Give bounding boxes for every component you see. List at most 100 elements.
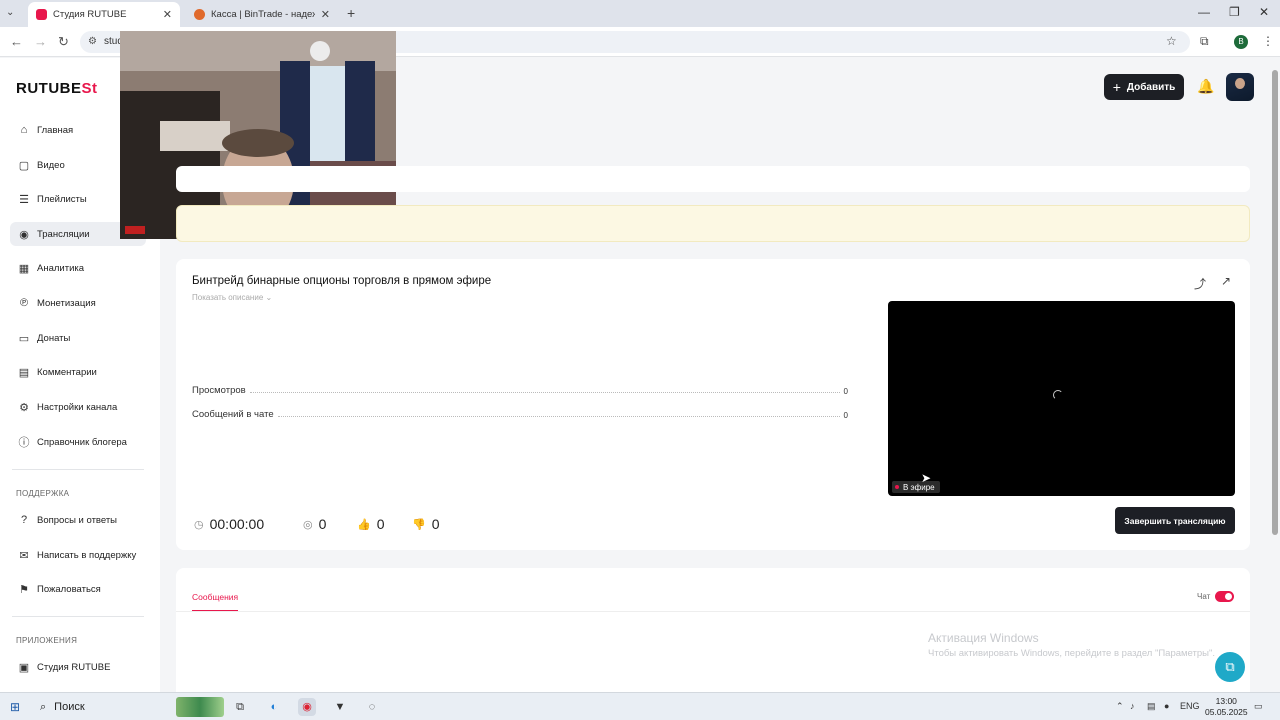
end-broadcast-button[interactable]: Завершить трансляцию [1115,507,1235,534]
sidebar-item-label: Трансляции [37,228,90,240]
taskbar-clock[interactable]: 13:00 05.05.2025 [1205,696,1248,718]
sidebar-item-channel-settings[interactable]: ⚙ Настройки канала [10,395,146,419]
dotted-leader [277,416,840,417]
sidebar-item-blogger-guide[interactable]: ⓘ Справочник блогера [10,430,146,454]
app-shield-icon[interactable]: ▼ [331,698,349,716]
share-icon[interactable]: ⤴ [1194,275,1206,292]
bookmark-star-icon[interactable]: ☆ [1166,34,1177,48]
show-description-link[interactable]: Показать описание ⌄ [192,293,272,302]
tray-network-icon[interactable]: ▤ [1147,701,1156,712]
taskbar-search[interactable]: ⌕ Поиск [30,693,174,720]
close-tab-icon[interactable]: ✕ [157,8,172,21]
sidebar-item-label: Пожаловаться [37,583,101,595]
minimize-icon[interactable]: — [1198,5,1210,19]
user-avatar[interactable] [1226,73,1254,101]
close-tab-icon[interactable]: ✕ [315,8,330,21]
clock-date: 05.05.2025 [1205,707,1248,717]
stat-value: 0 [843,411,848,420]
duration-value: 00:00:00 [209,516,265,532]
back-icon[interactable]: ← [10,34,23,49]
sidebar-item-studio-app[interactable]: ▣ Студия RUTUBE [10,655,146,679]
support-chat-button[interactable]: ⧉ [1215,652,1245,682]
stream-card: Бинтрейд бинарные опционы торговля в пря… [176,259,1250,550]
chat-toggle-label: Чат [1197,592,1211,601]
thumbs-up-icon: 👍 [357,518,371,531]
stat-value: 0 [843,387,848,396]
sidebar-divider [12,616,144,617]
rutube-studio-logo[interactable]: RUTUBESt [16,80,98,97]
edge-browser-icon[interactable]: ◐ [265,698,283,716]
thumbs-down-icon: 👎 [412,518,426,531]
sidebar-item-faq[interactable]: ? Вопросы и ответы [10,508,146,532]
browser-tabbar: ⌄ Студия RUTUBE ✕ Касса | BinTrade - над… [0,0,1280,27]
monetization-icon: ℗ [19,297,29,309]
windows-start-icon[interactable]: ⊞ [10,700,20,714]
reload-icon[interactable]: ↻ [58,34,69,50]
sidebar-item-label: Донаты [37,332,71,344]
sidebar-item-label: Вопросы и ответы [37,514,118,526]
chat-bubble-icon: ⧉ [1225,659,1235,674]
support-section-title: ПОДДЕРЖКА [16,489,70,498]
search-icon: ⌕ [40,700,47,713]
scrollbar-thumb[interactable] [1272,70,1278,535]
sidebar-item-monetization[interactable]: ℗ Монетизация [10,291,146,315]
loading-spinner-icon [1053,390,1063,400]
tray-chevron-icon[interactable]: ⌃ [1116,701,1124,712]
chrome-browser-icon[interactable]: ◉ [298,698,316,716]
logo-text: RUTUBE [16,80,82,97]
sidebar-item-label: Справочник блогера [37,436,127,448]
forward-icon[interactable]: → [34,34,47,49]
video-player[interactable]: В эфире ➤ [888,301,1235,496]
duration-metric: ◷ 00:00:00 [194,516,264,532]
likes-metric: 👍 0 [357,516,385,532]
sidebar-item-contact-support[interactable]: ✉ Написать в поддержку [10,543,146,567]
viewers-metric: ◎ 0 [303,516,326,532]
close-window-icon[interactable]: ✕ [1259,5,1269,19]
stat-label: Сообщений в чате [192,409,274,420]
tab-rutube-studio[interactable]: Студия RUTUBE ✕ [28,2,180,27]
comments-icon: ▤ [18,366,30,379]
home-icon: ⌂ [20,124,28,136]
tab-search-icon[interactable]: ⌄ [6,7,14,18]
sidebar-item-label: Аналитика [37,262,85,274]
sidebar-item-comments[interactable]: ▤ Комментарии [10,360,146,384]
task-view-icon[interactable]: ⧉ [231,698,249,716]
notifications-bell-icon[interactable]: 🔔 [1197,78,1214,95]
sidebar-item-label: Главная [37,124,74,136]
site-info-icon[interactable]: ⚙ [88,36,97,47]
chat-toggle[interactable] [1215,591,1234,602]
sidebar-item-label: Видео [37,159,65,171]
faq-icon: ? [20,514,28,526]
live-dot-icon [895,485,899,489]
dislikes-metric: 👎 0 [412,516,440,532]
sidebar-item-label: Написать в поддержку [37,549,137,561]
donate-icon: ▭ [18,332,30,345]
add-button[interactable]: + Добавить [1104,74,1184,100]
profile-avatar-icon[interactable]: B [1234,35,1248,49]
restore-icon[interactable]: ❐ [1229,5,1240,19]
analytics-icon: ▦ [18,262,30,275]
logo-accent: St [81,80,98,97]
notification-center-icon[interactable]: ▭ [1254,701,1263,712]
sidebar-item-analytics[interactable]: ▦ Аналитика [10,256,146,280]
playlist-icon: ☰ [19,193,29,206]
windows-taskbar: ⊞ ⌕ Поиск ⧉ ◐ ◉ ▼ ◌ ⌃ ♪ ▤ ● ENG 13:00 05… [0,692,1280,720]
add-button-label: Добавить [1126,81,1176,93]
search-highlight-image [176,697,224,717]
extensions-icon[interactable]: ⧉ [1200,34,1209,49]
keyboard-language[interactable]: ENG [1180,701,1200,711]
windows-activation-subtitle: Чтобы активировать Windows, перейдите в … [928,648,1215,659]
sidebar-item-label: Комментарии [37,366,97,378]
tray-mic-icon[interactable]: ● [1164,701,1169,711]
sidebar-item-donations[interactable]: ▭ Донаты [10,326,146,350]
tab-bintrade[interactable]: Касса | BinTrade - надежная пл ✕ [186,2,338,27]
new-tab-button[interactable]: + [347,5,355,21]
app-obs-icon[interactable]: ◌ [363,698,381,716]
browser-menu-icon[interactable]: ⋮ [1262,34,1274,48]
tray-volume-icon[interactable]: ♪ [1130,701,1135,711]
tab-messages[interactable]: Сообщения [192,592,238,602]
windows-activation-title: Активация Windows [928,631,1039,645]
sidebar-item-report[interactable]: ⚑ Пожаловаться [10,577,146,601]
open-external-icon[interactable]: ↗ [1221,274,1231,288]
stat-chat-messages: Сообщений в чате 0 [192,406,848,420]
